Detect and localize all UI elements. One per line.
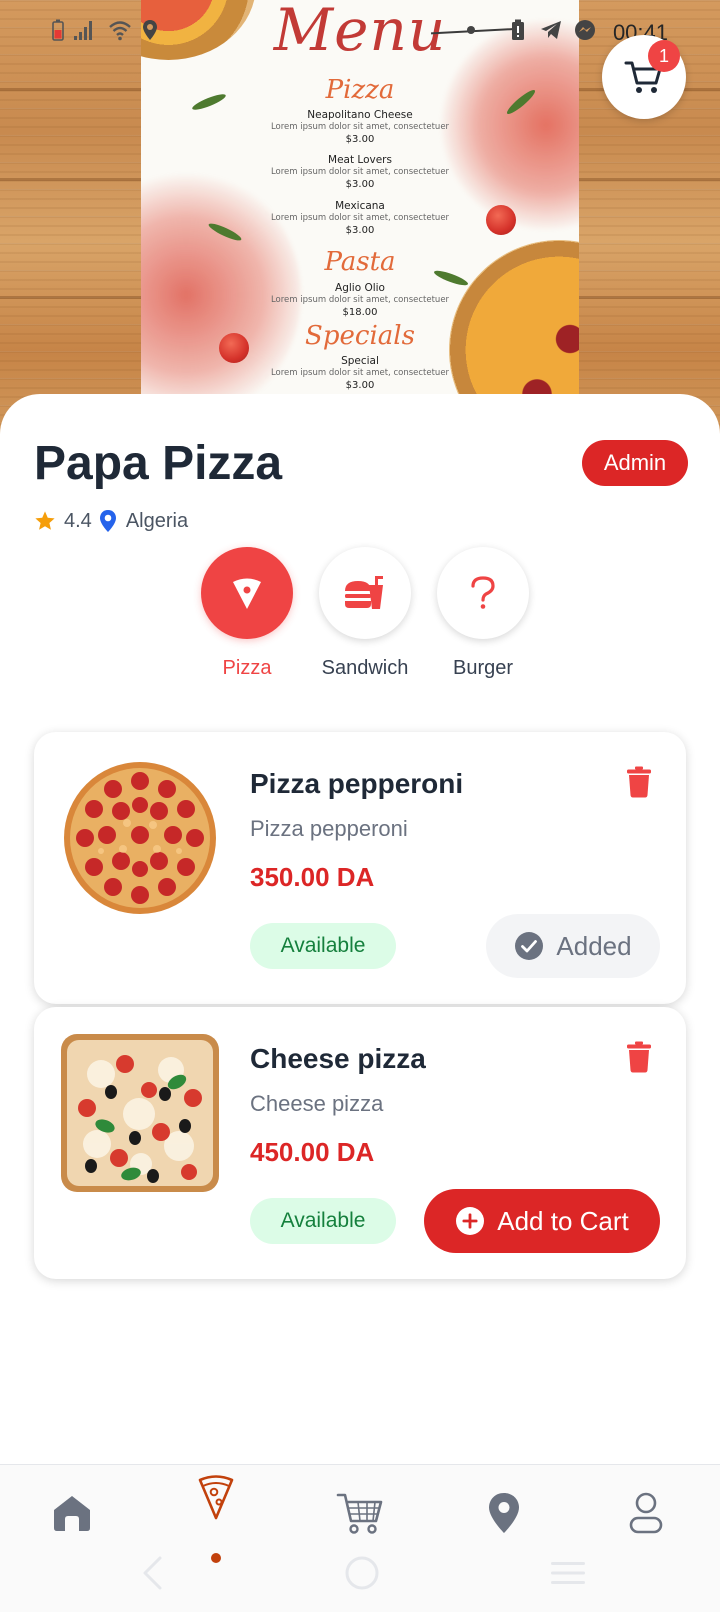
sandwich-icon	[345, 576, 383, 609]
menu-item-desc: Lorem ipsum dolor sit amet, consectetuer	[270, 167, 450, 177]
question-mark-icon	[471, 576, 495, 609]
menu-item-desc: Lorem ipsum dolor sit amet, consectetuer	[270, 368, 450, 378]
cart-icon	[336, 1493, 383, 1534]
system-back-icon[interactable]	[140, 1555, 164, 1591]
trash-icon[interactable]	[626, 766, 652, 798]
category-icon-circle	[437, 547, 529, 639]
product-card[interactable]: Pizza pepperoni Pizza pepperoni 350.00 D…	[34, 732, 686, 1004]
admin-button[interactable]: Admin	[582, 440, 688, 486]
category-burger[interactable]: Burger	[423, 547, 543, 680]
check-circle-icon	[515, 932, 544, 960]
category-icon-circle	[319, 547, 411, 639]
location-pin-icon	[489, 1493, 519, 1533]
pizza-icon	[198, 1475, 234, 1520]
nav-location[interactable]	[464, 1483, 544, 1543]
cart-badge: 1	[648, 40, 680, 72]
active-nav-indicator	[211, 1553, 221, 1563]
signal-icon	[74, 21, 92, 40]
product-name: Cheese pizza	[250, 1043, 426, 1074]
messenger-icon	[575, 20, 595, 40]
added-button[interactable]: Added	[486, 914, 660, 978]
battery-low-icon	[52, 19, 64, 41]
menu-item-name: Meat Lovers	[328, 154, 392, 166]
menu-item-price: $3.00	[345, 134, 375, 145]
wifi-icon	[109, 21, 131, 41]
category-icon-circle	[201, 547, 293, 639]
nav-pizza[interactable]	[176, 1467, 256, 1527]
restaurant-name: Papa Pizza	[34, 437, 283, 490]
dot-icon	[467, 26, 475, 34]
menu-item: Aglio Olio Lorem ipsum dolor sit amet, c…	[141, 282, 579, 320]
star-icon	[35, 511, 55, 530]
category-label: Pizza	[222, 657, 272, 679]
menu-item-desc: Lorem ipsum dolor sit amet, consectetuer	[270, 295, 450, 305]
location-text: Algeria	[125, 509, 189, 532]
added-label: Added	[556, 930, 632, 961]
location-pin-icon	[99, 510, 116, 532]
pizza-slice-icon	[233, 578, 261, 609]
menu-item: Meat Lovers Lorem ipsum dolor sit amet, …	[141, 154, 579, 192]
home-icon	[54, 1496, 90, 1531]
menu-item-desc: Lorem ipsum dolor sit amet, consectetuer	[270, 122, 450, 132]
menu-section: Specials	[141, 322, 579, 350]
category-sandwich[interactable]: Sandwich	[305, 547, 425, 680]
rating-value: 4.4	[64, 509, 92, 532]
trash-icon[interactable]	[626, 1041, 652, 1073]
menu-item-price: $3.00	[345, 225, 375, 236]
cart-button[interactable]: 1	[602, 35, 686, 119]
menu-item: Special Lorem ipsum dolor sit amet, cons…	[141, 355, 579, 393]
availability-badge: Available	[250, 1198, 396, 1244]
menu-section: Pasta	[141, 248, 579, 276]
product-description: Cheese pizza	[250, 1091, 384, 1116]
location-icon	[143, 20, 157, 40]
product-card[interactable]: Cheese pizza Cheese pizza 450.00 DA Avai…	[34, 1007, 686, 1279]
product-description: Pizza pepperoni	[250, 816, 408, 841]
product-price: 350.00 DA	[250, 862, 375, 892]
menu-item-desc: Lorem ipsum dolor sit amet, consectetuer	[270, 213, 450, 223]
product-price: 450.00 DA	[250, 1137, 375, 1167]
menu-item-price: $18.00	[342, 307, 378, 318]
telegram-icon	[541, 21, 561, 39]
menu-item: Neapolitano Cheese Lorem ipsum dolor sit…	[141, 109, 579, 147]
nav-home[interactable]	[32, 1483, 112, 1543]
product-name: Pizza pepperoni	[250, 768, 464, 799]
category-pizza[interactable]: Pizza	[187, 547, 307, 680]
product-image	[61, 759, 219, 917]
system-home-icon[interactable]	[344, 1555, 380, 1591]
nav-cart[interactable]	[320, 1483, 400, 1543]
add-to-cart-button[interactable]: Add to Cart	[424, 1189, 660, 1253]
menu-item-price: $3.00	[345, 380, 375, 391]
menu-section-heading: Pizza	[325, 75, 395, 105]
restaurant-meta: 4.4 Algeria	[34, 508, 188, 534]
plus-circle-icon	[456, 1207, 485, 1235]
menu-item-price: $3.00	[345, 179, 375, 190]
menu-item-name: Special	[341, 355, 379, 367]
menu-section-heading: Specials	[305, 321, 415, 351]
menu-item-name: Neapolitano Cheese	[307, 109, 413, 121]
menu-item-name: Aglio Olio	[335, 282, 385, 294]
category-label: Burger	[452, 657, 514, 679]
menu-section-heading: Pasta	[324, 247, 396, 277]
product-image	[61, 1034, 219, 1192]
add-to-cart-label: Add to Cart	[497, 1205, 629, 1236]
availability-badge: Available	[250, 923, 396, 969]
battery-saver-icon	[512, 19, 524, 40]
system-menu-icon[interactable]	[550, 1560, 586, 1586]
profile-icon	[629, 1492, 663, 1534]
nav-profile[interactable]	[606, 1483, 686, 1543]
category-label: Sandwich	[321, 657, 409, 679]
menu-item: Mexicana Lorem ipsum dolor sit amet, con…	[141, 200, 579, 238]
menu-section: Pizza	[141, 76, 579, 104]
menu-item-name: Mexicana	[335, 200, 385, 212]
